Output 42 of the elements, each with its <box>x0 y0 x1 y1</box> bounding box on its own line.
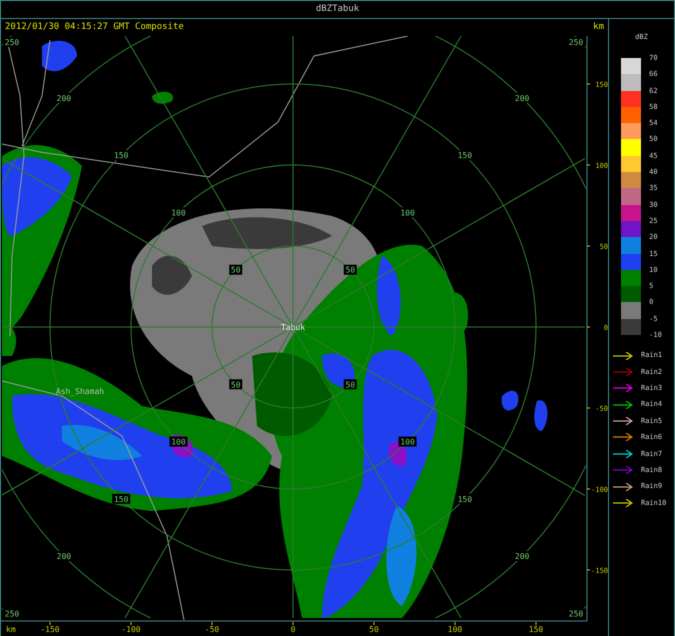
ring-label: 150 <box>112 494 130 504</box>
ring-label: 150 <box>112 150 130 160</box>
axis-label: -50 <box>204 625 220 634</box>
tick-mark <box>586 488 590 490</box>
ring-label: 50 <box>344 264 357 275</box>
ring-label: 250 <box>567 37 585 47</box>
ring-label: 50 <box>229 379 242 390</box>
place-label: Ash_Shamah <box>56 387 104 396</box>
ring-label: 250 <box>567 608 585 618</box>
axis-label: -150 <box>40 625 60 634</box>
axis-label: 50 <box>369 625 379 634</box>
ring-label: 200 <box>513 551 532 562</box>
tick-mark <box>454 622 456 626</box>
ring-label: 150 <box>456 494 474 504</box>
axis-label: 0 <box>290 625 296 634</box>
timestamp-header: 2012/01/30 04:15:27 GMT Composite <box>5 20 184 34</box>
tick-mark <box>586 164 590 166</box>
ring-label: 100 <box>169 436 188 447</box>
radar-echo <box>42 40 77 72</box>
axis-label: -100 <box>121 625 141 634</box>
ring-label: 200 <box>54 551 73 562</box>
ring-label: 250 <box>3 608 21 618</box>
tick-mark <box>130 622 132 626</box>
radar-echo <box>152 92 173 104</box>
ring-label: 200 <box>513 92 532 103</box>
ring-label: 250 <box>3 37 21 47</box>
tick-mark <box>292 622 294 626</box>
place-label: Tabuk <box>280 323 306 332</box>
ring-label: 50 <box>229 264 242 275</box>
window-title: dBZTabuk <box>316 2 360 16</box>
ring-label: 100 <box>398 436 417 447</box>
unit-label: km <box>6 625 16 634</box>
axis-label: 150 <box>528 625 544 634</box>
axis-label: 100 <box>448 625 462 634</box>
radar-echo <box>534 400 548 431</box>
ring-label: 100 <box>398 207 417 218</box>
ring-label: 150 <box>456 150 474 160</box>
ring-label: 200 <box>54 92 73 103</box>
radar-echo <box>502 390 518 411</box>
unit-label: km <box>593 20 604 34</box>
tick-mark <box>586 326 590 328</box>
ring-label: 100 <box>169 207 188 218</box>
